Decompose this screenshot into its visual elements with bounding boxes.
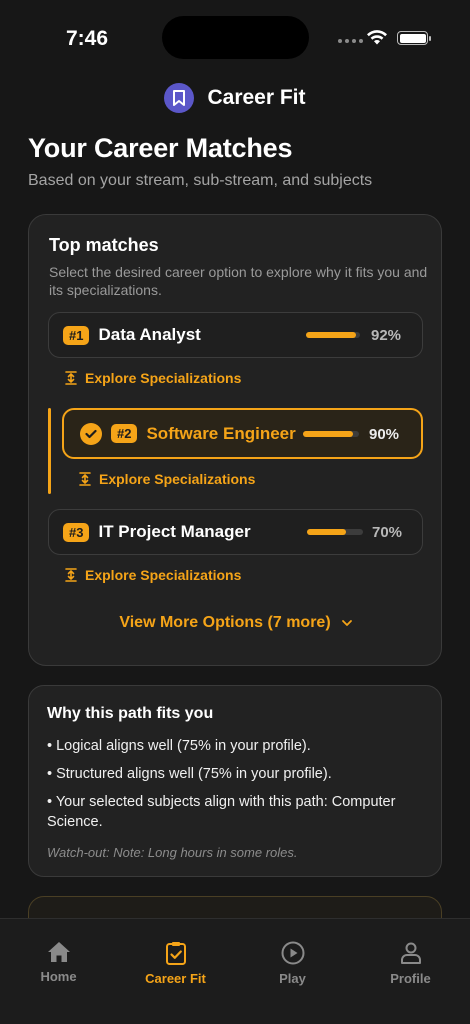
expand-vertical-icon bbox=[79, 472, 91, 486]
app-header: Career Fit bbox=[0, 83, 470, 113]
match-percent: 92% bbox=[371, 327, 402, 344]
match-name: IT Project Manager bbox=[98, 522, 251, 541]
app-title: Career Fit bbox=[207, 86, 306, 109]
explore-specializations-button[interactable]: Explore Specializations bbox=[79, 471, 255, 487]
battery-icon bbox=[397, 31, 431, 45]
bookmark-icon bbox=[164, 83, 195, 113]
explore-specializations-button[interactable]: Explore Specializations bbox=[65, 370, 241, 386]
nav-label: Play bbox=[279, 971, 306, 986]
bottom-nav: Home Career Fit Play Profile bbox=[0, 918, 470, 1024]
explore-label: Explore Specializations bbox=[85, 370, 242, 386]
match-progress-bar bbox=[303, 431, 359, 437]
home-icon bbox=[47, 942, 70, 962]
match-progress-fill bbox=[307, 529, 347, 535]
watch-out-note: Watch-out: Note: Long hours in some role… bbox=[47, 845, 298, 860]
view-more-label: View More Options (7 more) bbox=[119, 614, 331, 631]
rank-badge: #3 bbox=[63, 522, 90, 542]
why-fits-card: Why this path fits you • Logical aligns … bbox=[28, 685, 442, 877]
nav-label: Home bbox=[40, 969, 77, 984]
match-progress-bar bbox=[306, 332, 360, 338]
top-matches-card: Top matches Select the desired career op… bbox=[28, 214, 442, 666]
rank-badge: #2 bbox=[111, 424, 138, 443]
status-bar: 7:46 bbox=[0, 0, 470, 76]
match-row-it-project-manager[interactable]: #3 IT Project Manager 70% bbox=[48, 509, 423, 555]
match-progress-fill bbox=[306, 332, 356, 338]
view-more-options-button[interactable]: View More Options (7 more) bbox=[29, 614, 443, 632]
nav-label: Career Fit bbox=[145, 971, 206, 986]
why-fits-point: • Your selected subjects align with this… bbox=[47, 794, 396, 830]
why-fits-point: • Structured aligns well (75% in your pr… bbox=[47, 766, 332, 782]
dynamic-island bbox=[162, 16, 309, 59]
nav-item-home[interactable]: Home bbox=[0, 941, 117, 984]
match-row-software-engineer[interactable]: #2 Software Engineer 90% bbox=[62, 408, 423, 459]
selection-accent-bar bbox=[48, 408, 51, 494]
match-percent: 70% bbox=[372, 524, 403, 541]
person-icon bbox=[400, 942, 421, 964]
top-matches-title: Top matches bbox=[49, 235, 159, 255]
why-fits-point: • Logical aligns well (75% in your profi… bbox=[47, 738, 311, 754]
nav-item-career-fit[interactable]: Career Fit bbox=[117, 941, 234, 986]
expand-vertical-icon bbox=[65, 371, 77, 385]
nav-label: Profile bbox=[390, 971, 431, 986]
match-row-data-analyst[interactable]: #1 Data Analyst 92% bbox=[48, 312, 423, 358]
play-circle-icon bbox=[281, 941, 304, 965]
check-circle-icon bbox=[80, 422, 102, 445]
explore-label: Explore Specializations bbox=[85, 567, 242, 583]
explore-label: Explore Specializations bbox=[99, 471, 256, 487]
wifi-icon bbox=[367, 30, 387, 45]
expand-vertical-icon bbox=[65, 568, 77, 582]
match-progress-bar bbox=[307, 529, 363, 535]
page-title: Your Career Matches bbox=[28, 133, 293, 163]
match-name: Software Engineer bbox=[146, 423, 296, 443]
status-time: 7:46 bbox=[66, 27, 109, 50]
match-progress-fill bbox=[303, 431, 354, 437]
match-percent: 90% bbox=[369, 426, 400, 443]
signal-icon bbox=[338, 39, 363, 43]
explore-specializations-button[interactable]: Explore Specializations bbox=[65, 567, 241, 583]
why-fits-title: Why this path fits you bbox=[47, 705, 214, 722]
chevron-down-icon bbox=[341, 620, 352, 626]
page-subtitle: Based on your stream, sub-stream, and su… bbox=[28, 172, 373, 189]
nav-item-profile[interactable]: Profile bbox=[352, 941, 469, 986]
nav-item-play[interactable]: Play bbox=[234, 941, 351, 986]
why-fits-list: • Logical aligns well (75% in your profi… bbox=[47, 736, 427, 840]
top-matches-description: Select the desired career option to expl… bbox=[49, 264, 428, 298]
rank-badge: #1 bbox=[63, 325, 90, 345]
clipboard-check-icon bbox=[165, 942, 186, 965]
match-name: Data Analyst bbox=[98, 325, 201, 344]
